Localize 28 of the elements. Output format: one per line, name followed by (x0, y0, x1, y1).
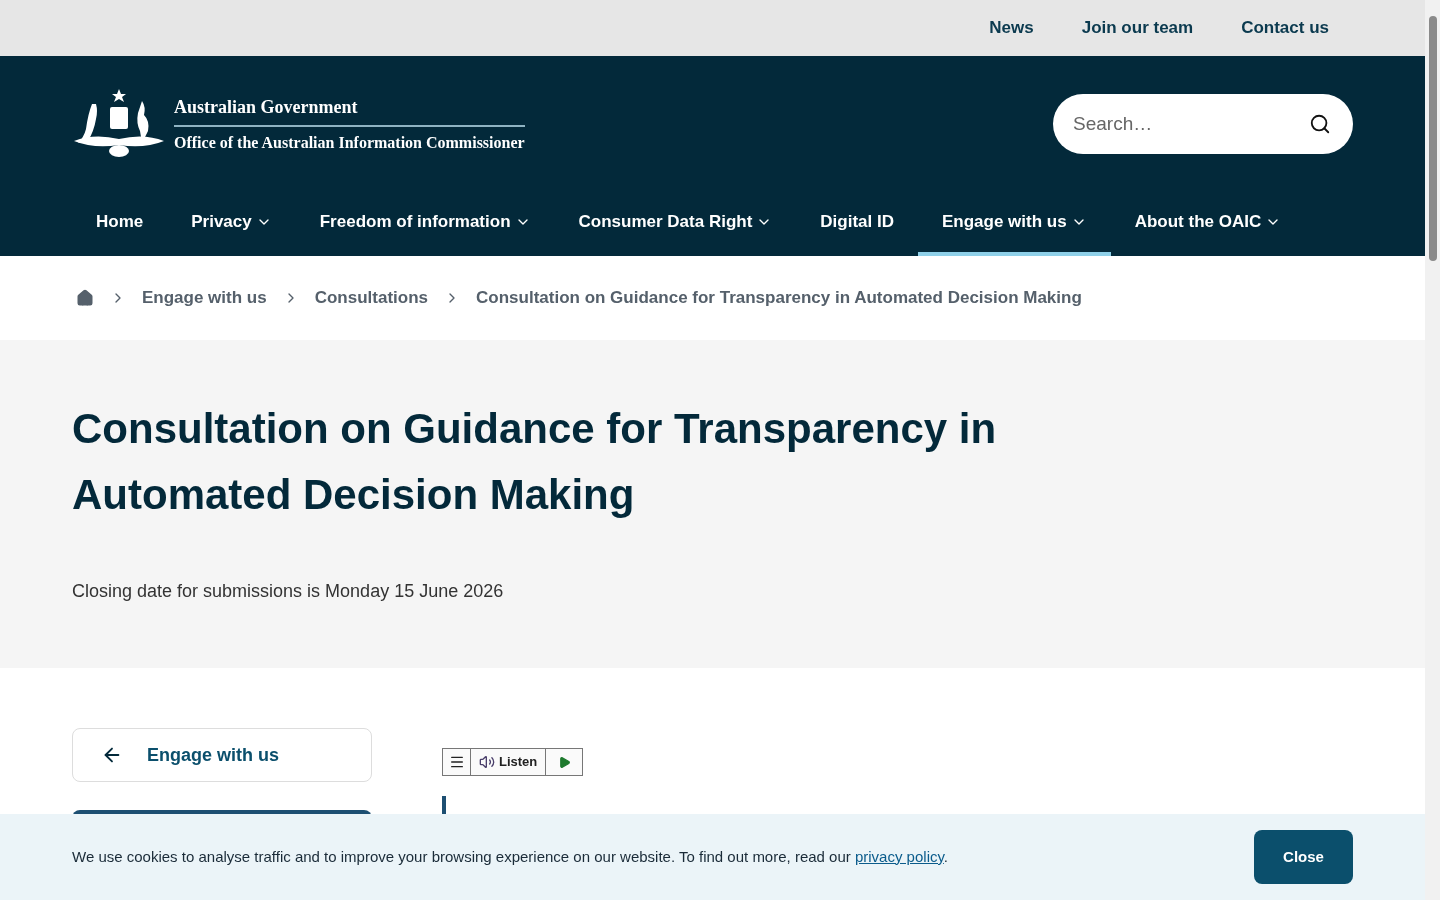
menu-icon (448, 754, 465, 770)
search-field[interactable]: Search… (1053, 94, 1353, 154)
utility-link[interactable]: Join our team (1081, 15, 1194, 41)
page-subtitle: Closing date for submissions is Monday 15 June 2026 (72, 580, 505, 603)
breadcrumb-link[interactable]: Consultation on Guidance for Transparency in Automated Decision Making (476, 285, 1082, 311)
nav-tab[interactable]: Digital ID (796, 192, 918, 256)
back-link[interactable]: Engage with us (72, 728, 372, 782)
speaker-icon (479, 754, 495, 770)
utility-link[interactable]: News (989, 15, 1034, 41)
privacy-policy-link[interactable]: privacy policy (854, 847, 944, 865)
logo-title: Australian Government (174, 93, 525, 127)
search-icon[interactable] (1309, 113, 1331, 135)
nav-tab[interactable]: Consumer Data Right (554, 192, 797, 256)
nav-tab[interactable]: Home (72, 192, 168, 256)
utility-link[interactable]: Contact us (1241, 15, 1329, 41)
nav-tab[interactable]: Engage with us (918, 192, 1111, 256)
page-title: Consultation on Guidance for Transparency in Automated Decision Making (72, 404, 998, 520)
listen-button[interactable]: Listen (471, 749, 547, 775)
breadcrumb-link[interactable]: Consultations (314, 285, 429, 311)
nav-tab[interactable]: Freedom of information (295, 192, 555, 256)
breadcrumb-link[interactable]: Engage with us (142, 285, 267, 311)
cookie-message: We use cookies to analyse traffic and to improve your browsing experience on our website. To find out more, read our privacy policy. (72, 846, 949, 867)
play-icon (557, 755, 571, 769)
nav-tab[interactable]: About the OAIC (1110, 192, 1306, 256)
nav-tab[interactable]: Privacy (167, 192, 296, 256)
home-icon[interactable] (76, 289, 94, 307)
close-button[interactable]: Close (1254, 830, 1353, 884)
logo-subtitle: Office of the Australian Information Commissioner (174, 132, 525, 153)
